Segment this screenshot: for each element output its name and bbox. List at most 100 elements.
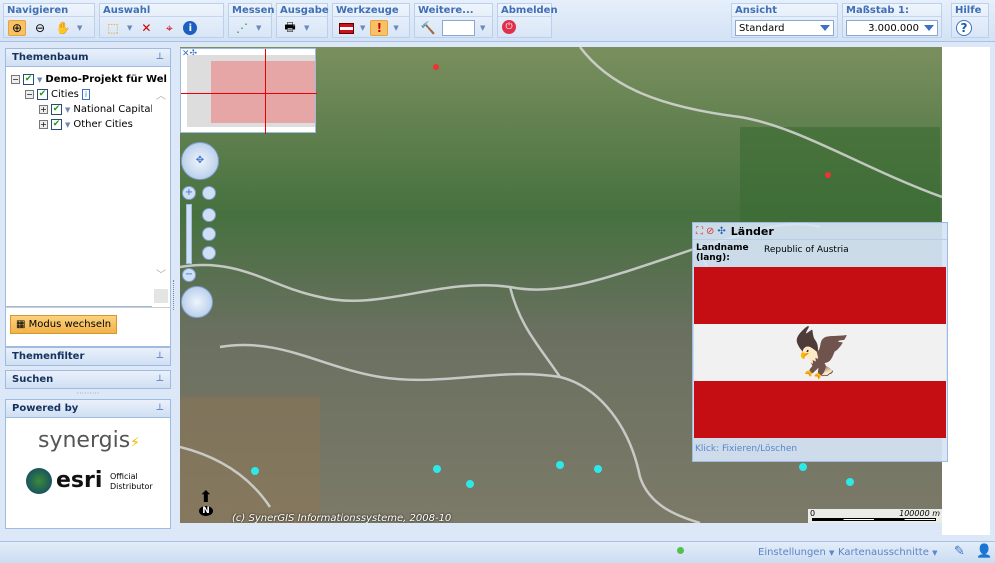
dropdown-arrow-icon[interactable]: ▼ — [127, 24, 132, 32]
mode-area: ▦ Modus wechseln — [5, 307, 171, 347]
arrow-up-icon: ⬆ — [199, 487, 213, 506]
panel-title: Suchen — [12, 374, 54, 385]
dropdown-arrow-icon[interactable]: ▼ — [304, 24, 309, 32]
pin-icon[interactable]: ⊥ — [156, 351, 164, 361]
collapse-icon[interactable]: − — [25, 90, 34, 99]
flag-layer-icon[interactable] — [337, 20, 355, 36]
pin-icon[interactable]: ⊥ — [156, 403, 164, 413]
checkbox[interactable]: ✔ — [51, 104, 62, 115]
help-icon[interactable]: ? — [956, 20, 972, 36]
full-extent-button[interactable] — [202, 186, 216, 200]
collapse-icon[interactable]: − — [11, 75, 20, 84]
group-werkzeuge: Werkzeuge ▼! ▼ — [332, 3, 410, 38]
expand-icon[interactable]: + — [39, 105, 48, 114]
panel-title: Powered by — [12, 403, 79, 414]
group-messen: Messen ⋰ ▼ — [228, 3, 275, 38]
dropdown-arrow-icon[interactable]: ▼ — [360, 24, 365, 32]
vertical-scrollbar[interactable]: ︿ ﹀ — [152, 87, 170, 307]
zoom-in-icon[interactable]: ⊕ — [8, 20, 26, 36]
panel-title: Themenfilter — [12, 351, 85, 362]
user-icon[interactable]: 👤 — [976, 544, 992, 559]
next-extent-button[interactable] — [202, 246, 216, 260]
einstellungen-menu[interactable]: Einstellungen ▼ — [758, 547, 834, 558]
expand-icon[interactable]: + — [39, 120, 48, 129]
info-icon[interactable]: i — [81, 89, 91, 100]
pen-icon[interactable]: ✎ — [954, 544, 965, 559]
power-icon[interactable]: ⏻ — [502, 20, 516, 34]
measure-icon[interactable]: ⋰ — [233, 20, 251, 36]
dropdown-arrow-icon[interactable]: ▼ — [65, 121, 70, 129]
dropdown-arrow-icon[interactable]: ▼ — [37, 76, 42, 84]
maptip-popup: ⛶ ⊘ ✣ Länder Landname (lang): Republic of … — [692, 222, 948, 462]
info-icon[interactable]: i — [183, 21, 198, 35]
group-ausgabe: Ausgabe 🖶 ▼ — [276, 3, 329, 38]
checkbox[interactable]: ✔ — [23, 74, 34, 85]
tree-item-project[interactable]: − ✔ ▼ Demo-Projekt für Wel — [11, 74, 167, 85]
menu-label: Einstellungen — [758, 547, 826, 558]
zoom-to-icon[interactable]: ⛶ — [696, 226, 703, 237]
tree-item-other-cities[interactable]: + ✔ ▼ Other Cities — [39, 119, 133, 130]
button-label: Modus wechseln — [28, 319, 112, 330]
group-title: Ausgabe — [277, 4, 329, 17]
scale-select[interactable]: 3.000.000 — [846, 20, 938, 36]
checkbox[interactable]: ✔ — [51, 119, 62, 130]
suchen-header[interactable]: Suchen ⊥ — [5, 370, 171, 389]
themenfilter-header[interactable]: Themenfilter ⊥ — [5, 347, 171, 366]
powered-by-header[interactable]: Powered by ⊥ — [5, 399, 171, 418]
previous-extent-button[interactable] — [202, 208, 216, 222]
splitter-handle[interactable]: ········· — [5, 389, 171, 398]
group-title: Maßstab 1: — [843, 4, 941, 17]
esri-logo: esri — [56, 468, 103, 493]
tree-item-capitals[interactable]: + ✔ ▼ National Capital C — [39, 104, 163, 115]
dropdown-arrow-icon[interactable]: ▼ — [77, 24, 82, 32]
tool-input[interactable] — [442, 20, 475, 36]
clear-selection-icon[interactable]: ✕ — [137, 20, 155, 36]
synergis-logo: synergis⚡ — [38, 428, 141, 453]
dropdown-arrow-icon[interactable]: ▼ — [480, 24, 485, 32]
themenbaum-header[interactable]: Themenbaum ⊥ — [5, 48, 171, 67]
select-tool-icon[interactable]: ⌖ — [160, 20, 178, 36]
modus-wechseln-button[interactable]: ▦ Modus wechseln — [10, 315, 118, 334]
navigation-control: ✥ + − — [180, 140, 222, 322]
group-title: Ansicht — [732, 4, 837, 17]
overview-map[interactable]: ✕✣ — [180, 48, 317, 134]
ansicht-select[interactable]: Standard — [735, 20, 834, 36]
group-title: Navigieren — [4, 4, 94, 17]
north-arrow: ⬆ N — [196, 489, 216, 523]
group-title: Messen — [229, 4, 275, 17]
tree-label: National Capital C — [73, 104, 164, 115]
close-circle-icon[interactable]: ⊘ — [706, 226, 714, 237]
pin-icon[interactable]: ⊥ — [156, 52, 164, 62]
dropdown-arrow-icon[interactable]: ▼ — [393, 24, 398, 32]
kartenausschnitte-menu[interactable]: Kartenausschnitte ▼ — [838, 547, 937, 558]
pan-hand-icon[interactable]: ✋ — [54, 20, 72, 36]
print-icon[interactable]: 🖶 — [281, 20, 299, 36]
city-marker — [433, 465, 441, 473]
overview-extent[interactable] — [211, 61, 315, 123]
center-button[interactable] — [202, 227, 216, 241]
dropdown-arrow-icon[interactable]: ▼ — [65, 106, 70, 114]
pin-icon[interactable]: ⊥ — [156, 374, 164, 384]
dropdown-arrow-icon[interactable]: ▼ — [256, 24, 261, 32]
rotate-control[interactable] — [181, 286, 213, 318]
hammer-icon[interactable]: 🔨 — [419, 20, 437, 36]
move-icon[interactable]: ✣ — [717, 226, 725, 237]
esri-distributor: Official Distributor — [110, 472, 153, 491]
sidebar-splitter[interactable] — [173, 280, 176, 310]
checkbox[interactable]: ✔ — [37, 89, 48, 100]
group-title: Hilfe — [952, 4, 988, 17]
pan-compass[interactable]: ✥ — [181, 142, 219, 180]
select-icon[interactable]: ⬚ — [104, 20, 122, 36]
zoom-in-button[interactable]: + — [182, 186, 196, 200]
zoom-slider[interactable] — [186, 204, 192, 264]
panel-title: Themenbaum — [12, 52, 89, 63]
maptip-icon[interactable]: ! — [370, 20, 389, 36]
tree-item-cities[interactable]: − ✔ Cities i — [25, 89, 91, 100]
scale-value: 3.000.000 — [868, 22, 919, 34]
zoom-out-button[interactable]: − — [182, 268, 196, 282]
scale-start: 0 — [810, 509, 816, 518]
capital-marker — [825, 172, 831, 178]
coat-of-arms-icon: 🦅 — [792, 325, 852, 381]
group-title: Abmelden — [498, 4, 558, 17]
zoom-out-icon[interactable]: ⊖ — [31, 20, 49, 36]
